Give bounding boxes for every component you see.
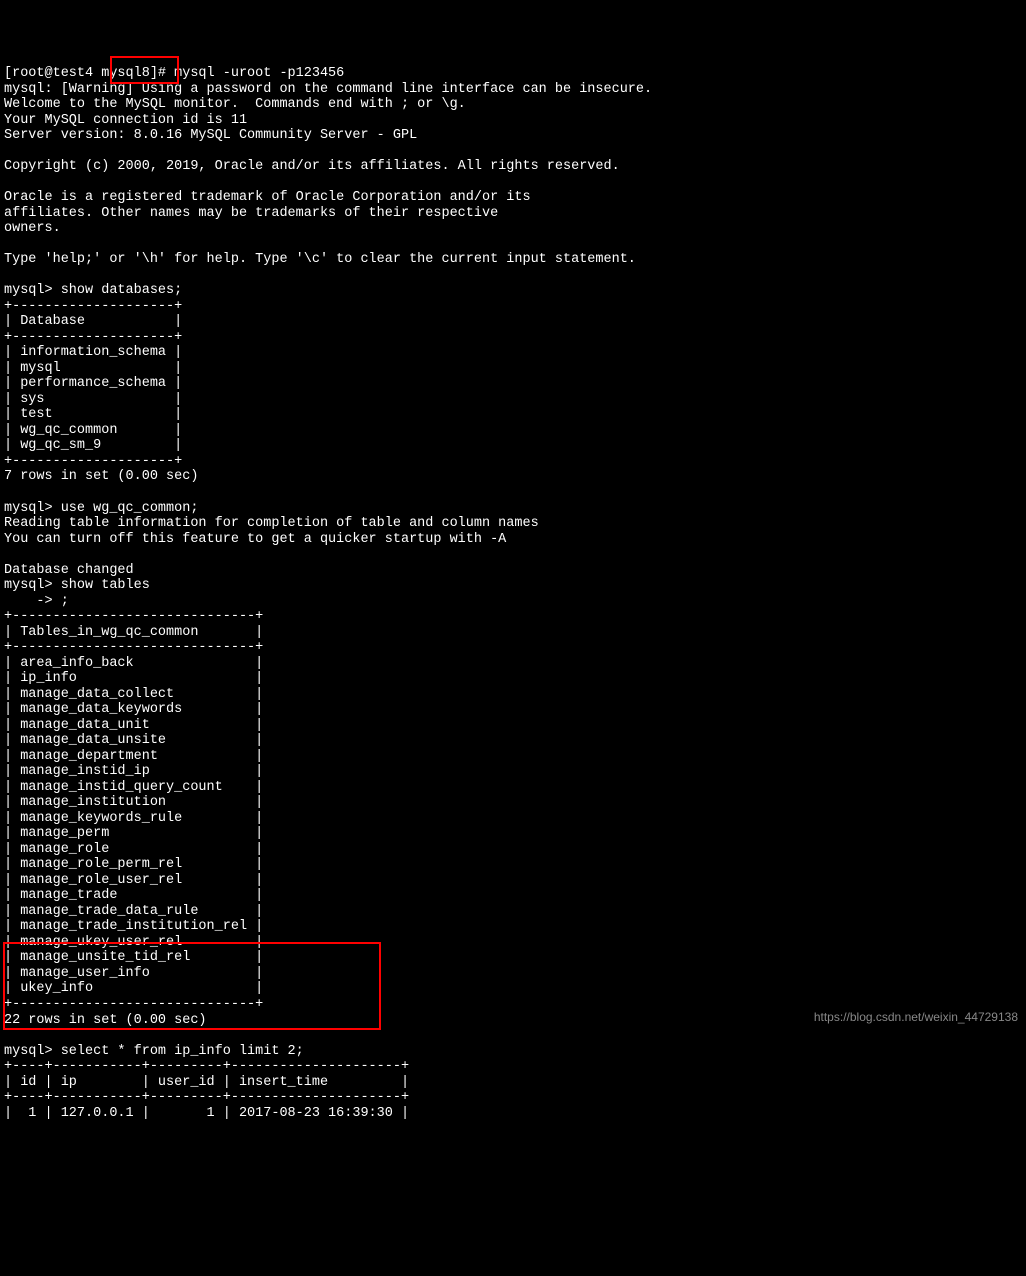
- table-row: | manage_data_keywords |: [4, 702, 263, 717]
- table-row: | manage_data_unsite |: [4, 733, 263, 748]
- table-row: | manage_ukey_user_rel |: [4, 935, 263, 950]
- mysql-info: Reading table information for completion…: [4, 516, 539, 531]
- table-row: | manage_instid_query_count |: [4, 780, 263, 795]
- table-row: | manage_keywords_rule |: [4, 811, 263, 826]
- table-row: | test |: [4, 407, 182, 422]
- mysql-warning: mysql: [Warning] Using a password on the…: [4, 82, 652, 97]
- mysql-trademark: owners.: [4, 221, 61, 236]
- table-row: | manage_role |: [4, 842, 263, 857]
- mysql-help-hint: Type 'help;' or '\h' for help. Type '\c'…: [4, 252, 636, 267]
- table-border: +--------------------+: [4, 299, 182, 314]
- table-row: | manage_institution |: [4, 795, 263, 810]
- table-row: | manage_role_user_rel |: [4, 873, 263, 888]
- table-border: +----+-----------+---------+------------…: [4, 1059, 409, 1074]
- mysql-trademark: affiliates. Other names may be trademark…: [4, 206, 498, 221]
- result-summary: 22 rows in set (0.00 sec): [4, 1013, 207, 1028]
- table-row: | ukey_info |: [4, 981, 263, 996]
- terminal-output[interactable]: [root@test4 mysql8]# mysql -uroot -p1234…: [4, 66, 1022, 1121]
- table-row: | manage_trade_data_rule |: [4, 904, 263, 919]
- table-row: | manage_instid_ip |: [4, 764, 263, 779]
- table-row: | manage_data_unit |: [4, 718, 263, 733]
- table-border: +------------------------------+: [4, 609, 263, 624]
- table-row: | information_schema |: [4, 345, 182, 360]
- mysql-command: mysql> show databases;: [4, 283, 182, 298]
- mysql-welcome: Welcome to the MySQL monitor. Commands e…: [4, 97, 466, 112]
- table-header: | Database |: [4, 314, 182, 329]
- table-row: | manage_trade |: [4, 888, 263, 903]
- mysql-copyright: Copyright (c) 2000, 2019, Oracle and/or …: [4, 159, 620, 174]
- table-header: | id | ip | user_id | insert_time |: [4, 1075, 409, 1090]
- shell-prompt: [root@test4 mysql8]# mysql -uroot -p1234…: [4, 66, 344, 81]
- table-header: | Tables_in_wg_qc_common |: [4, 625, 263, 640]
- mysql-server-version: Server version: 8.0.16 MySQL Community S…: [4, 128, 417, 143]
- table-row: | manage_perm |: [4, 826, 263, 841]
- table-row: | manage_unsite_tid_rel |: [4, 950, 263, 965]
- mysql-status: Database changed: [4, 563, 134, 578]
- mysql-trademark: Oracle is a registered trademark of Orac…: [4, 190, 531, 205]
- mysql-command-cont: -> ;: [4, 594, 69, 609]
- table-border: +--------------------+: [4, 330, 182, 345]
- mysql-info: You can turn off this feature to get a q…: [4, 532, 506, 547]
- table-row: | area_info_back |: [4, 656, 263, 671]
- table-row: | performance_schema |: [4, 376, 182, 391]
- table-row: | wg_qc_common |: [4, 423, 182, 438]
- table-border: +------------------------------+: [4, 640, 263, 655]
- table-border: +------------------------------+: [4, 997, 263, 1012]
- table-row: | manage_role_perm_rel |: [4, 857, 263, 872]
- table-border: +----+-----------+---------+------------…: [4, 1090, 409, 1105]
- table-row: | mysql |: [4, 361, 182, 376]
- table-row: | manage_data_collect |: [4, 687, 263, 702]
- table-row: | sys |: [4, 392, 182, 407]
- table-row: | wg_qc_sm_9 |: [4, 438, 182, 453]
- mysql-command: mysql> use wg_qc_common;: [4, 501, 198, 516]
- mysql-command: mysql> select * from ip_info limit 2;: [4, 1044, 304, 1059]
- table-row: | ip_info |: [4, 671, 263, 686]
- mysql-command: mysql> show tables: [4, 578, 150, 593]
- table-row: | manage_user_info |: [4, 966, 263, 981]
- table-row: | manage_trade_institution_rel |: [4, 919, 263, 934]
- mysql-connection-id: Your MySQL connection id is 11: [4, 113, 247, 128]
- watermark-text: https://blog.csdn.net/weixin_44729138: [814, 1011, 1018, 1025]
- table-row: | 1 | 127.0.0.1 | 1 | 2017-08-23 16:39:3…: [4, 1106, 409, 1121]
- result-summary: 7 rows in set (0.00 sec): [4, 469, 198, 484]
- table-border: +--------------------+: [4, 454, 182, 469]
- table-row: | manage_department |: [4, 749, 263, 764]
